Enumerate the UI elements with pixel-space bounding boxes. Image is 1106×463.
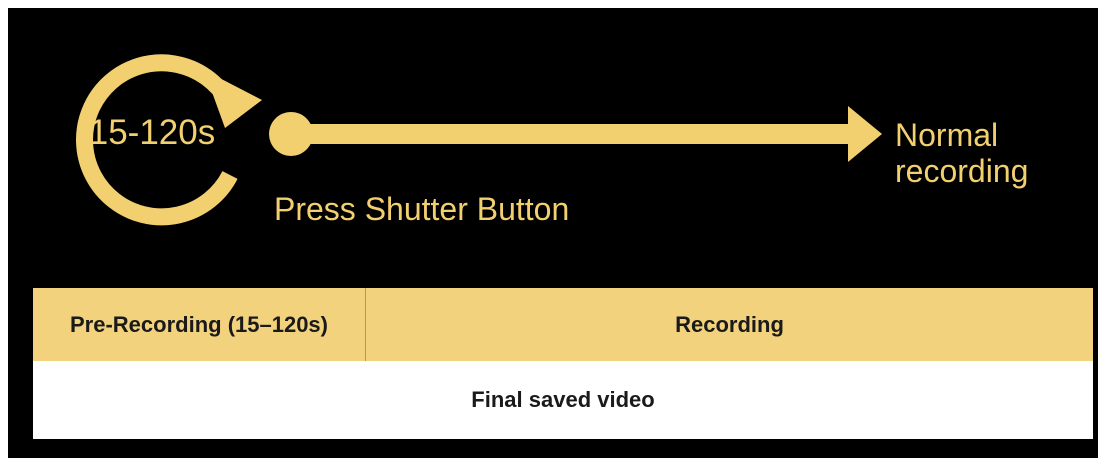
timeline-row: Pre-Recording (15–120s) Recording bbox=[33, 288, 1093, 361]
pre-recording-segment: Pre-Recording (15–120s) bbox=[33, 288, 366, 361]
recording-segment: Recording bbox=[675, 311, 784, 337]
trigger-label: Press Shutter Button bbox=[274, 191, 570, 227]
result-label: Normal recording bbox=[895, 117, 1029, 189]
flow-arrow-shaft bbox=[291, 124, 851, 144]
diagram-canvas: 15-120s Press Shutter Button Normal reco… bbox=[0, 0, 1106, 463]
cycle-duration-label: 15-120s bbox=[88, 113, 216, 152]
final-video-row: Final saved video bbox=[33, 361, 1093, 439]
flow-arrowhead-icon bbox=[848, 106, 882, 162]
